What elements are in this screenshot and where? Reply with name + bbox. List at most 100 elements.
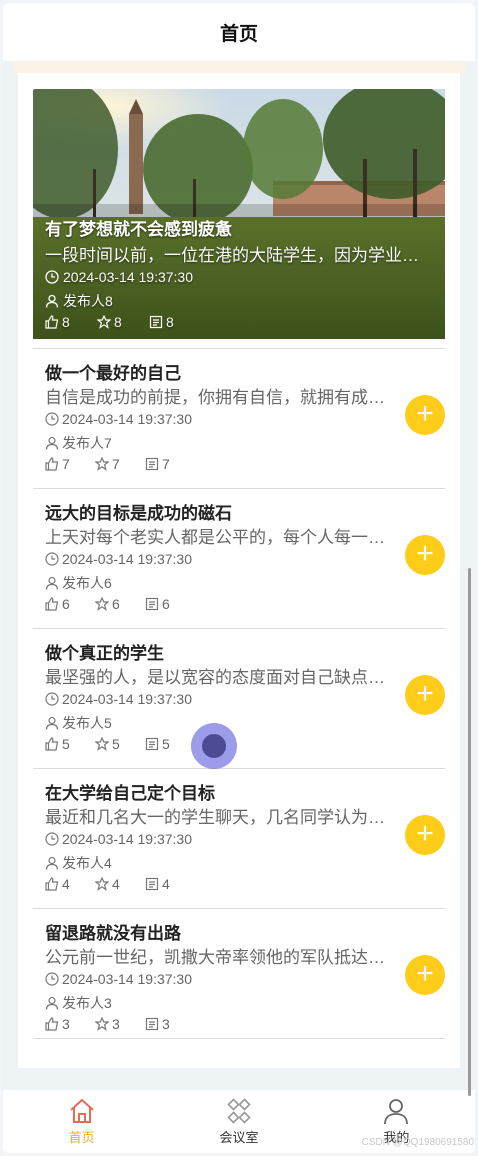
- view-stat: 8: [149, 314, 201, 330]
- thumbs-up-icon: [45, 1017, 59, 1031]
- featured-article-banner[interactable]: 有了梦想就不会感到疲惫 一段时间以前，一位在港的大陆学生，因为学业压力 2024…: [33, 89, 445, 339]
- favorite-stat[interactable]: 3: [95, 1016, 145, 1032]
- view-stat: 3: [145, 1016, 195, 1032]
- article-list-item[interactable]: 在大学给自己定个目标 最近和几名大一的学生聊天，几名同学认为大学 2024-03…: [33, 768, 445, 908]
- star-icon: [95, 737, 109, 751]
- view-stat: 4: [145, 876, 195, 892]
- article-summary: 最近和几名大一的学生聊天，几名同学认为大学: [45, 808, 385, 827]
- article-time-row: 2024-03-14 19:37:30: [45, 551, 192, 567]
- user-icon: [45, 996, 59, 1010]
- view-stat: 5: [145, 736, 195, 752]
- star-icon: [95, 457, 109, 471]
- tab-home[interactable]: 首页: [3, 1090, 160, 1153]
- view-count: 3: [162, 1016, 170, 1032]
- like-stat[interactable]: 5: [45, 736, 95, 752]
- clock-icon: [45, 692, 59, 706]
- view-count: 5: [162, 736, 170, 752]
- thumbs-up-icon: [45, 737, 59, 751]
- vertical-scrollbar[interactable]: [468, 568, 471, 1096]
- page-title: 首页: [219, 23, 258, 45]
- article-time-row: 2024-03-14 19:37:30: [45, 411, 192, 427]
- document-icon: [149, 315, 163, 329]
- add-button[interactable]: +: [405, 955, 445, 995]
- favorite-count: 5: [112, 736, 120, 752]
- favorite-count: 4: [112, 876, 120, 892]
- add-button[interactable]: +: [405, 675, 445, 715]
- article-summary: 公元前一世纪，凯撒大帝率领他的军队抵达英格兰: [45, 948, 385, 967]
- article-title: 远大的目标是成功的磁石: [45, 504, 232, 523]
- thumbs-up-icon: [45, 315, 59, 329]
- article-title: 做个真正的学生: [45, 644, 164, 663]
- banner-author: 发布人8: [63, 293, 113, 309]
- favorite-stat[interactable]: 6: [95, 596, 145, 612]
- banner-summary: 一段时间以前，一位在港的大陆学生，因为学业压力: [45, 246, 433, 265]
- article-list-item[interactable]: 做一个最好的自己 自信是成功的前提，你拥有自信，就拥有成功的开始 2024-03…: [33, 348, 445, 488]
- header-divider-stripe: [13, 61, 465, 73]
- document-icon: [145, 737, 159, 751]
- favorite-stat[interactable]: 8: [97, 314, 149, 330]
- article-stats-row: 5 5 5: [45, 736, 195, 752]
- clock-icon: [45, 412, 59, 426]
- top-header: 首页: [3, 3, 475, 61]
- document-icon: [145, 877, 159, 891]
- clock-icon: [45, 552, 59, 566]
- article-time: 2024-03-14 19:37:30: [62, 411, 192, 427]
- article-author-row: 发布人5: [45, 713, 112, 733]
- favorite-count: 6: [112, 596, 120, 612]
- clock-icon: [45, 832, 59, 846]
- article-time: 2024-03-14 19:37:30: [62, 831, 192, 847]
- article-time: 2024-03-14 19:37:30: [62, 691, 192, 707]
- favorite-stat[interactable]: 7: [95, 456, 145, 472]
- user-icon: [45, 436, 59, 450]
- favorite-stat[interactable]: 4: [95, 876, 145, 892]
- add-button[interactable]: +: [405, 535, 445, 575]
- user-icon: [45, 716, 59, 730]
- article-author: 发布人6: [62, 575, 112, 591]
- like-count: 8: [62, 314, 70, 330]
- tab-home-label: 首页: [68, 1130, 95, 1145]
- user-icon: [45, 294, 59, 308]
- article-stats-row: 3 3 3: [45, 1016, 195, 1032]
- clock-icon: [45, 270, 59, 284]
- document-icon: [145, 457, 159, 471]
- list-end-divider: [33, 1038, 445, 1039]
- banner-title: 有了梦想就不会感到疲惫: [45, 220, 232, 239]
- user-icon: [45, 576, 59, 590]
- banner-time: 2024-03-14 19:37:30: [63, 269, 193, 285]
- favorite-stat[interactable]: 5: [95, 736, 145, 752]
- star-icon: [95, 597, 109, 611]
- article-author: 发布人5: [62, 715, 112, 731]
- article-author: 发布人7: [62, 435, 112, 451]
- like-count: 7: [62, 456, 70, 472]
- home-icon: [69, 1098, 94, 1123]
- view-count: 8: [166, 314, 174, 330]
- add-button[interactable]: +: [405, 815, 445, 855]
- banner-stats-row: 8 8 8: [45, 314, 433, 330]
- like-stat[interactable]: 7: [45, 456, 95, 472]
- tab-meeting-room[interactable]: 会议室: [160, 1090, 317, 1153]
- add-button[interactable]: +: [405, 395, 445, 435]
- article-time: 2024-03-14 19:37:30: [62, 551, 192, 567]
- tab-meeting-room-label: 会议室: [219, 1130, 259, 1145]
- thumbs-up-icon: [45, 597, 59, 611]
- article-list-item[interactable]: 远大的目标是成功的磁石 上天对每个老实人都是公平的，每个人每一天都 2024-0…: [33, 488, 445, 628]
- like-stat[interactable]: 4: [45, 876, 95, 892]
- article-title: 在大学给自己定个目标: [45, 784, 215, 803]
- article-stats-row: 7 7 7: [45, 456, 195, 472]
- article-time: 2024-03-14 19:37:30: [62, 971, 192, 987]
- star-icon: [95, 1017, 109, 1031]
- touch-indicator: [191, 723, 237, 769]
- banner-author-row: 发布人8: [45, 291, 433, 311]
- article-list-item[interactable]: 做个真正的学生 最坚强的人，是以宽容的态度面对自己缺点的人 2024-03-14…: [33, 628, 445, 768]
- phone-frame: 首页 有了梦想就不会感到疲惫 一段时间以前，一位在港的大陆学生，因为学业压力 2…: [3, 3, 475, 1153]
- article-list-item[interactable]: 留退路就没有出路 公元前一世纪，凯撒大帝率领他的军队抵达英格兰 2024-03-…: [33, 908, 445, 1048]
- user-icon: [384, 1099, 409, 1125]
- article-summary: 上天对每个老实人都是公平的，每个人每一天都: [45, 528, 385, 547]
- view-stat: 7: [145, 456, 195, 472]
- article-list-card: 有了梦想就不会感到疲惫 一段时间以前，一位在港的大陆学生，因为学业压力 2024…: [18, 73, 460, 1068]
- clock-icon: [45, 972, 59, 986]
- article-time-row: 2024-03-14 19:37:30: [45, 831, 192, 847]
- like-stat[interactable]: 6: [45, 596, 95, 612]
- like-stat[interactable]: 3: [45, 1016, 95, 1032]
- like-stat[interactable]: 8: [45, 314, 97, 330]
